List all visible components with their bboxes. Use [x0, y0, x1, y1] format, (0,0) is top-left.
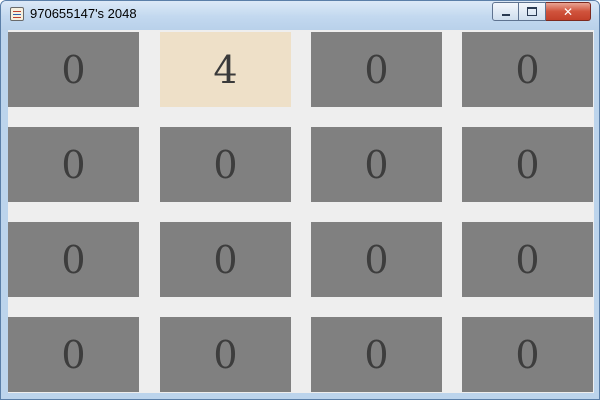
app-window: 970655147's 2048 ✕ 0 4 0 0 0 0 0 0 0 0 0…: [0, 0, 600, 400]
maximize-button[interactable]: [519, 2, 546, 21]
tile-r1-c1: 0: [8, 32, 139, 107]
tile-r4-c3: 0: [311, 317, 442, 392]
tile-r4-c4: 0: [462, 317, 593, 392]
java-app-icon[interactable]: [10, 7, 24, 21]
minimize-icon: [501, 13, 510, 16]
tile-r3-c2: 0: [160, 222, 291, 297]
tile-r3-c4: 0: [462, 222, 593, 297]
tile-r2-c1: 0: [8, 127, 139, 202]
window-title: 970655147's 2048: [30, 6, 137, 21]
tile-r4-c1: 0: [8, 317, 139, 392]
tile-r2-c2: 0: [160, 127, 291, 202]
title-bar[interactable]: 970655147's 2048 ✕: [1, 1, 599, 30]
tile-r1-c4: 0: [462, 32, 593, 107]
tile-r3-c3: 0: [311, 222, 442, 297]
minimize-button[interactable]: [492, 2, 519, 21]
maximize-icon: [527, 7, 537, 16]
game-board[interactable]: 0 4 0 0 0 0 0 0 0 0 0 0 0 0 0 0: [8, 30, 594, 393]
close-icon: ✕: [562, 4, 574, 19]
tile-r3-c1: 0: [8, 222, 139, 297]
tile-r2-c4: 0: [462, 127, 593, 202]
close-button[interactable]: ✕: [546, 2, 591, 21]
tile-r1-c3: 0: [311, 32, 442, 107]
tile-r4-c2: 0: [160, 317, 291, 392]
tile-r2-c3: 0: [311, 127, 442, 202]
tile-r1-c2: 4: [160, 32, 291, 107]
